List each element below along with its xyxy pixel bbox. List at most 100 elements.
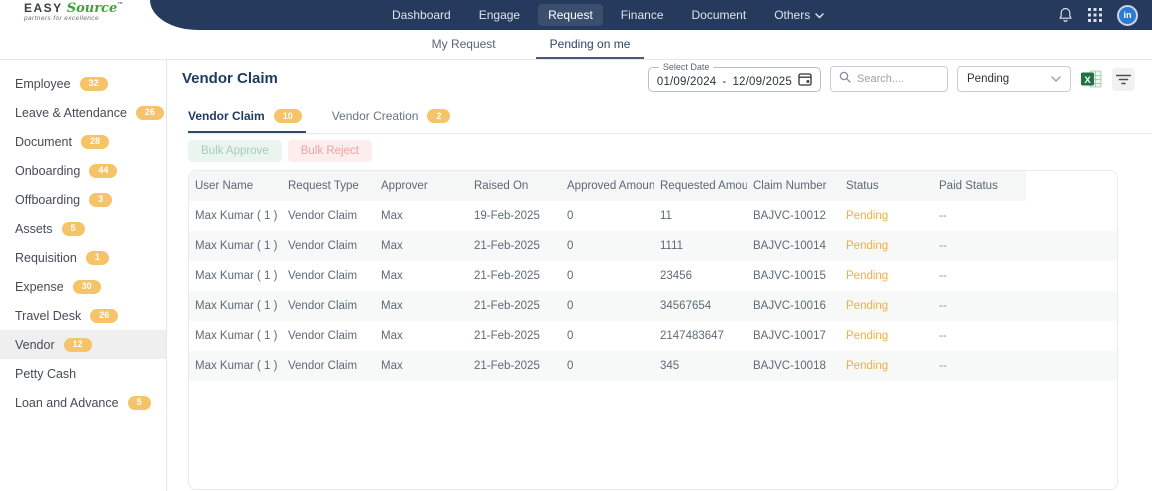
cell-approved-amount: 0 (567, 360, 574, 372)
bell-icon[interactable] (1058, 7, 1073, 23)
date-from-value[interactable]: 01/09/2024 (657, 76, 717, 88)
request-subnav: My Request Pending on me (0, 30, 1152, 60)
column-header-request-type[interactable]: Request Type (282, 171, 375, 201)
sidebar-item-loan-and-advance[interactable]: Loan and Advance 5 (0, 388, 166, 417)
request-sidebar: Employee 32 Leave & Attendance 26 Docume… (0, 60, 167, 491)
nav-item-request[interactable]: Request (538, 4, 603, 26)
nav-item-others-label: Others (774, 8, 811, 22)
nav-item-dashboard[interactable]: Dashboard (382, 4, 461, 26)
bulk-actions: Bulk Approve Bulk Reject (188, 140, 1152, 162)
column-header-claim-number[interactable]: Claim Number (747, 171, 840, 201)
table-row[interactable]: Max Kumar ( 1 ) Vendor Claim Max 21-Feb-… (189, 231, 1117, 261)
cell-status: Pending (846, 210, 889, 222)
count-badge: 44 (89, 163, 118, 178)
sidebar-item-travel-desk[interactable]: Travel Desk 26 (0, 301, 166, 330)
tab-my-request[interactable]: My Request (418, 30, 510, 59)
nav-item-engage[interactable]: Engage (469, 4, 530, 26)
tab-vendor-creation[interactable]: Vendor Creation 2 (332, 101, 455, 133)
count-badge: 2 (427, 109, 451, 123)
top-header: EASY Source™ partners for excellence Das… (0, 0, 1152, 30)
cell-requested-amount: 34567654 (660, 300, 712, 312)
table-row[interactable]: Max Kumar ( 1 ) Vendor Claim Max 21-Feb-… (189, 261, 1117, 291)
header-spacer (1026, 171, 1117, 201)
tab-vendor-claim[interactable]: Vendor Claim 10 (188, 101, 306, 133)
sidebar-item-petty-cash[interactable]: Petty Cash (0, 359, 166, 388)
count-badge: 3 (89, 192, 113, 207)
sidebar-item-label: Travel Desk (15, 308, 82, 323)
cell-raised-on: 19-Feb-2025 (474, 210, 540, 222)
trademark-symbol: ™ (117, 1, 124, 9)
sidebar-item-onboarding[interactable]: Onboarding 44 (0, 156, 166, 185)
cell-approved-amount: 0 (567, 240, 574, 252)
search-input[interactable] (857, 73, 937, 85)
sidebar-item-employee[interactable]: Employee 32 (0, 69, 166, 98)
main-content: Vendor Claim Select Date 01/09/2024 - 12… (167, 60, 1152, 491)
cell-requested-amount: 1111 (660, 240, 684, 252)
excel-export-icon[interactable]: X (1080, 68, 1103, 91)
table-row[interactable]: Max Kumar ( 1 ) Vendor Claim Max 21-Feb-… (189, 351, 1117, 381)
calendar-icon[interactable] (798, 72, 812, 91)
date-to-value[interactable]: 12/09/2025 (732, 76, 792, 88)
sidebar-item-expense[interactable]: Expense 30 (0, 272, 166, 301)
sidebar-item-requisition[interactable]: Requisition 1 (0, 243, 166, 272)
cell-raised-on: 21-Feb-2025 (474, 270, 540, 282)
cell-claim-number: BAJVC-10015 (753, 270, 826, 282)
tab-label: Vendor Claim (188, 109, 265, 123)
tab-pending-on-me[interactable]: Pending on me (535, 30, 645, 59)
column-header-requested-amount[interactable]: Requested Amount (654, 171, 758, 201)
column-header-paid-status[interactable]: Paid Status (933, 171, 1026, 201)
nav-item-document[interactable]: Document (682, 4, 757, 26)
logo-source-text: Source™ (66, 1, 124, 16)
date-range-field[interactable]: Select Date 01/09/2024 - 12/09/2025 (647, 62, 821, 92)
count-badge: 30 (72, 279, 101, 294)
cell-paid-status: -- (939, 270, 947, 282)
bulk-reject-button[interactable]: Bulk Reject (287, 140, 372, 162)
cell-raised-on: 21-Feb-2025 (474, 330, 540, 342)
apps-grid-icon[interactable] (1088, 8, 1102, 22)
sidebar-item-label: Vendor (15, 337, 55, 352)
linkedin-logo-icon[interactable]: in (1117, 4, 1138, 26)
status-filter-value: Pending (967, 73, 1010, 85)
cell-approved-amount: 0 (567, 330, 574, 342)
cell-requested-amount: 345 (660, 360, 680, 372)
primary-nav: Dashboard Engage Request Finance Documen… (382, 4, 834, 26)
vendor-tabs: Vendor Claim 10 Vendor Creation 2 (188, 101, 1152, 134)
cell-approved-amount: 0 (567, 300, 574, 312)
bulk-approve-button[interactable]: Bulk Approve (188, 140, 282, 162)
filter-icon[interactable] (1112, 67, 1135, 91)
primary-nav-bar: Dashboard Engage Request Finance Documen… (150, 0, 1152, 30)
cell-raised-on: 21-Feb-2025 (474, 240, 540, 252)
sidebar-item-label: Petty Cash (15, 366, 77, 381)
cell-request-type: Vendor Claim (288, 210, 358, 222)
sidebar-item-label: Expense (15, 279, 64, 294)
column-header-user-name[interactable]: User Name (189, 171, 282, 201)
cell-approved-amount: 0 (567, 270, 574, 282)
cell-status: Pending (846, 360, 889, 372)
sidebar-item-offboarding[interactable]: Offboarding 3 (0, 185, 166, 214)
cell-approver: Max (381, 240, 403, 252)
cell-request-type: Vendor Claim (288, 240, 358, 252)
cell-status: Pending (846, 330, 889, 342)
sidebar-item-document[interactable]: Document 28 (0, 127, 166, 156)
nav-item-finance[interactable]: Finance (611, 4, 674, 26)
chevron-down-icon (815, 8, 824, 22)
column-header-approver[interactable]: Approver (375, 171, 468, 201)
table-row[interactable]: Max Kumar ( 1 ) Vendor Claim Max 19-Feb-… (189, 201, 1117, 231)
cell-user-name: Max Kumar ( 1 ) (195, 300, 278, 312)
column-header-raised-on[interactable]: Raised On (468, 171, 561, 201)
sidebar-item-vendor[interactable]: Vendor 12 (0, 330, 166, 359)
sidebar-item-leave-attendance[interactable]: Leave & Attendance 26 (0, 98, 166, 127)
nav-item-others[interactable]: Others (764, 4, 834, 26)
count-badge: 26 (90, 308, 119, 323)
column-header-approved-amount[interactable]: Approved Amount (561, 171, 658, 201)
cell-request-type: Vendor Claim (288, 270, 358, 282)
header-icon-group: in (1058, 4, 1152, 26)
table-row[interactable]: Max Kumar ( 1 ) Vendor Claim Max 21-Feb-… (189, 291, 1117, 321)
status-filter-select[interactable]: Pending (957, 66, 1071, 92)
cell-request-type: Vendor Claim (288, 360, 358, 372)
table-row[interactable]: Max Kumar ( 1 ) Vendor Claim Max 21-Feb-… (189, 321, 1117, 351)
sidebar-item-assets[interactable]: Assets 5 (0, 214, 166, 243)
cell-user-name: Max Kumar ( 1 ) (195, 360, 278, 372)
column-header-status[interactable]: Status (840, 171, 933, 201)
app-logo: EASY Source™ partners for excellence (24, 2, 123, 23)
